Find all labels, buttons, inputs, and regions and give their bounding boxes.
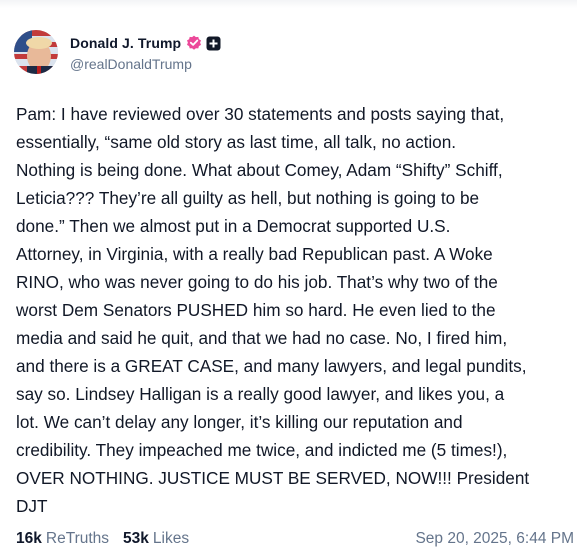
likes-stat[interactable]: 53k Likes	[123, 530, 189, 548]
truth-post: Donald J. Trump @realDonaldTrump Pam: I …	[0, 0, 577, 560]
likes-count: 53k	[123, 530, 149, 547]
retruths-label: ReTruths	[45, 530, 110, 547]
retruths-count: 16k	[16, 530, 42, 547]
post-timestamp[interactable]: Sep 20, 2025, 6:44 PM	[415, 530, 574, 548]
avatar[interactable]	[14, 30, 58, 74]
author-display-name[interactable]: Donald J. Trump	[70, 35, 181, 51]
post-footer: 16k ReTruths 53k Likes Sep 20, 2025, 6:4…	[16, 528, 574, 550]
post-body-text: Pam: I have reviewed over 30 statements …	[16, 104, 530, 516]
author-handle[interactable]: @realDonaldTrump	[70, 56, 192, 72]
verified-badge-icon	[186, 35, 202, 51]
author-name-row: Donald J. Trump	[70, 33, 221, 53]
likes-label: Likes	[152, 530, 190, 547]
retruths-stat[interactable]: 16k ReTruths	[16, 530, 109, 548]
avatar-image	[14, 30, 58, 74]
plus-icon	[206, 36, 221, 51]
